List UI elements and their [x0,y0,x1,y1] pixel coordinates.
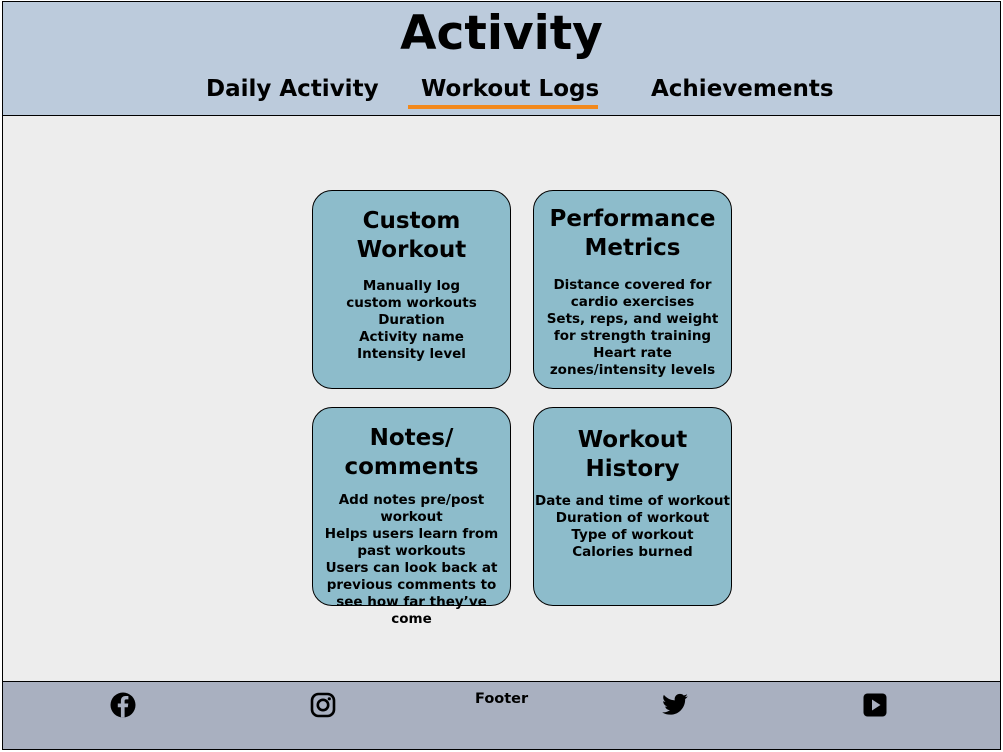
tab-workout-logs[interactable]: Workout Logs [421,76,599,102]
app-frame: Activity Daily Activity Workout Logs Ach… [2,1,1001,750]
card-line: Add notes pre/post workout [338,492,485,525]
card-description: Date and time of workout Duration of wor… [534,493,731,561]
card-title: Custom Workout [356,208,467,263]
facebook-icon[interactable] [109,691,137,719]
card-workout-history[interactable]: Workout History Date and time of workout… [533,407,732,606]
card-title: Workout History [577,427,688,482]
instagram-icon[interactable] [309,691,337,719]
youtube-icon[interactable] [861,691,889,719]
card-notes-comments[interactable]: Notes/ comments Add notes pre/post worko… [312,407,511,627]
card-line: Heart rate zones/intensity levels [549,345,716,378]
card-line: Type of workout [571,527,694,543]
header: Activity Daily Activity Workout Logs Ach… [3,2,1000,116]
footer: Footer [3,681,1000,749]
tab-achievements[interactable]: Achievements [651,76,834,102]
page-title: Activity [400,6,603,61]
card-line: Sets, reps, and weight for strength trai… [546,311,719,344]
card-description: Distance covered for cardio exercises Se… [534,277,731,379]
card-line: Helps users learn from past workouts [324,526,499,559]
card-line: custom workouts [346,295,477,311]
card-description: Manually log custom workouts Duration Ac… [313,278,510,363]
card-line: Date and time of workout [535,493,730,509]
card-line: Duration of workout [555,510,710,526]
card-line: Manually log [362,278,461,294]
card-description: Add notes pre/post workout Helps users l… [313,492,510,628]
active-tab-indicator [408,105,598,109]
card-line: Duration [378,312,445,328]
card-title: Performance Metrics [549,206,716,261]
footer-label: Footer [475,691,529,707]
tab-daily-activity[interactable]: Daily Activity [206,76,379,102]
card-line: Activity name [359,329,464,345]
card-line: Intensity level [357,346,466,362]
card-line: Calories burned [572,544,693,560]
card-custom-workout[interactable]: Custom Workout Manually log custom worko… [312,190,511,389]
card-line: Distance covered for cardio exercises [553,277,712,310]
card-performance-metrics[interactable]: Performance Metrics Distance covered for… [533,190,732,389]
card-line: Users can look back at previous comments… [325,560,498,627]
card-title: Notes/ comments [344,425,479,480]
twitter-icon[interactable] [661,691,689,719]
